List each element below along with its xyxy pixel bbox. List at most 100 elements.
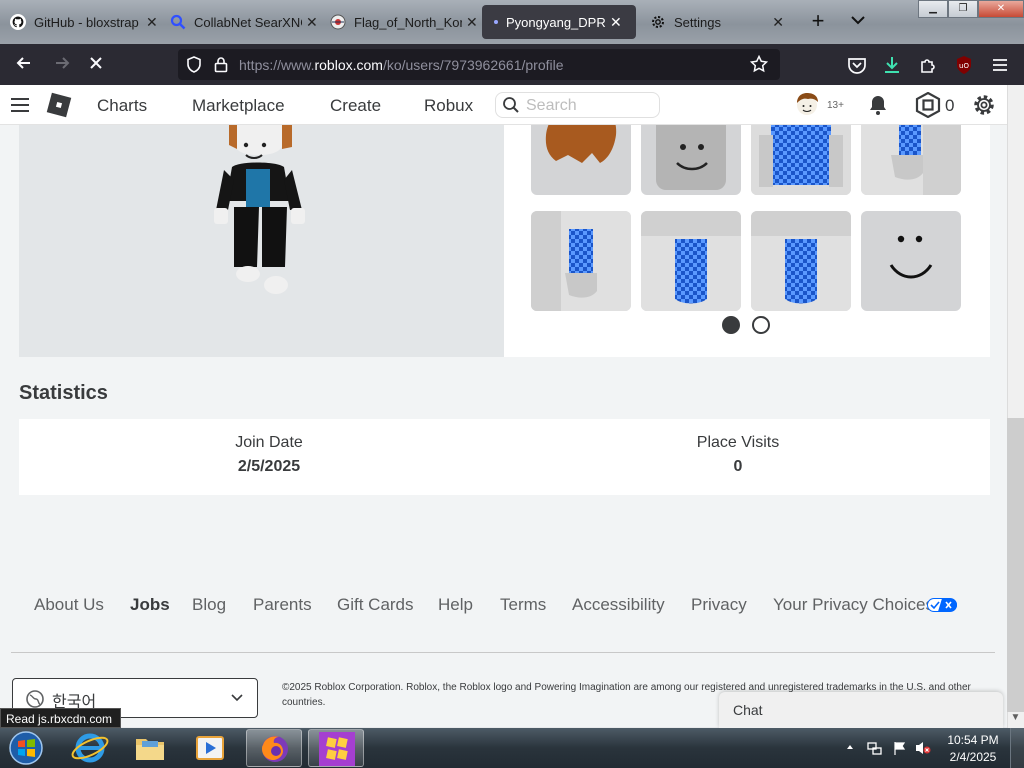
shield-icon[interactable]: [186, 56, 202, 73]
settings-gear-icon[interactable]: [971, 92, 997, 118]
arrow-left-icon: [16, 57, 30, 69]
menu-icon[interactable]: [989, 54, 1011, 76]
item-right-arm[interactable]: [861, 125, 961, 195]
page-scrollbar-thumb[interactable]: [1007, 418, 1024, 712]
clock-time[interactable]: 10:54 PM: [944, 733, 1002, 747]
window-controls: ▁ ❐ ✕: [918, 0, 1024, 19]
avatar[interactable]: [794, 91, 820, 119]
url-text[interactable]: https://www.roblox.com/ko/users/79739626…: [239, 57, 564, 73]
tab-searxng[interactable]: CollabNet SearXNG ✕: [162, 5, 326, 39]
minimize-button[interactable]: ▁: [918, 0, 948, 18]
stop-loading-button[interactable]: [84, 53, 108, 77]
chat-widget[interactable]: Chat: [719, 692, 1003, 728]
taskbar-file-explorer[interactable]: [122, 729, 178, 767]
new-tab-button[interactable]: +: [804, 8, 832, 36]
tab-title: Flag_of_North_Kor: [354, 14, 462, 30]
tray-expand-icon[interactable]: [846, 743, 854, 751]
footer-link-gift-cards[interactable]: Gift Cards: [337, 595, 414, 615]
close-window-button[interactable]: ✕: [978, 0, 1024, 18]
item-left-arm[interactable]: [531, 211, 631, 311]
volume-muted-icon[interactable]: [914, 740, 932, 756]
footer-link-parents[interactable]: Parents: [253, 595, 312, 615]
wikipedia-icon: [330, 14, 346, 30]
globe-icon: [26, 690, 44, 708]
forward-button[interactable]: [50, 53, 74, 77]
item-right-leg[interactable]: [751, 211, 851, 311]
close-icon: [90, 57, 102, 69]
url-bar[interactable]: https://www.roblox.com/ko/users/79739626…: [178, 49, 780, 80]
privacy-choices-toggle-icon[interactable]: [927, 598, 957, 612]
tab-wikipedia[interactable]: Flag_of_North_Kor ✕: [322, 5, 486, 39]
tab-github[interactable]: GitHub - bloxstrap ✕: [2, 5, 166, 39]
taskbar-firefox[interactable]: [246, 729, 302, 767]
roblox-logo-icon[interactable]: [44, 90, 74, 120]
carousel-dot[interactable]: [752, 316, 770, 334]
item-face[interactable]: [861, 211, 961, 311]
lock-icon[interactable]: [214, 56, 228, 73]
avatar-3d-render: [214, 125, 305, 294]
back-button[interactable]: [12, 53, 36, 77]
windows-taskbar: 10:54 PM 2/4/2025: [0, 728, 1024, 768]
search-icon: [170, 14, 186, 30]
nav-marketplace[interactable]: Marketplace: [192, 96, 285, 116]
taskbar-bloxstrap[interactable]: [308, 729, 364, 767]
firefox-icon: [262, 736, 288, 762]
extensions-icon[interactable]: [917, 54, 939, 76]
chevron-down-icon: [231, 694, 243, 702]
search-icon: [503, 97, 519, 113]
tab-close-icon[interactable]: ✕: [610, 14, 622, 31]
nav-charts[interactable]: Charts: [97, 96, 147, 116]
tab-pyongyang[interactable]: Pyongyang_DPRK0 ✕: [482, 5, 636, 39]
footer-link-jobs[interactable]: Jobs: [130, 595, 170, 615]
footer-link-privacy-choices[interactable]: Your Privacy Choices: [773, 595, 934, 615]
show-desktop-button[interactable]: [1010, 728, 1024, 768]
footer-link-help[interactable]: Help: [438, 595, 473, 615]
github-icon: [10, 14, 26, 30]
item-left-leg[interactable]: [641, 211, 741, 311]
avatar-panel: [19, 125, 504, 357]
nav-robux[interactable]: Robux: [424, 96, 473, 116]
tab-close-icon[interactable]: ✕: [306, 14, 318, 31]
head-item-image: [656, 125, 726, 190]
status-tooltip: Read js.rbxcdn.com: [0, 708, 122, 728]
footer-link-blog[interactable]: Blog: [192, 595, 226, 615]
scroll-down-arrow-icon[interactable]: ▼: [1007, 712, 1024, 728]
taskbar-internet-explorer[interactable]: [62, 729, 118, 767]
bookmark-star-icon[interactable]: [750, 55, 768, 73]
chevron-down-icon[interactable]: [848, 10, 868, 30]
windows-start-orb-icon: [9, 731, 43, 765]
carousel-dot-active[interactable]: [722, 316, 740, 334]
folder-icon: [136, 739, 164, 760]
download-icon[interactable]: [881, 54, 903, 76]
footer-divider: [11, 652, 995, 653]
search-box: [495, 92, 660, 118]
item-hair[interactable]: [531, 125, 631, 195]
item-shirt[interactable]: [751, 125, 851, 195]
start-button[interactable]: [6, 730, 46, 766]
footer-link-about[interactable]: About Us: [34, 595, 104, 615]
action-center-flag-icon[interactable]: [892, 740, 908, 756]
stat-label: Place Visits: [696, 434, 780, 451]
ublock-icon[interactable]: uO: [953, 54, 975, 76]
network-icon[interactable]: [866, 740, 882, 756]
tab-close-icon[interactable]: ✕: [146, 14, 158, 31]
clock-date[interactable]: 2/4/2025: [944, 750, 1002, 764]
footer-link-privacy[interactable]: Privacy: [691, 595, 747, 615]
tab-settings[interactable]: Settings ✕: [642, 5, 792, 39]
nav-create[interactable]: Create: [330, 96, 381, 116]
search-input[interactable]: [526, 96, 651, 116]
maximize-button[interactable]: ❐: [948, 0, 978, 18]
footer-link-accessibility[interactable]: Accessibility: [572, 595, 665, 615]
hamburger-menu-icon[interactable]: [10, 97, 30, 113]
stat-join-date: Join Date 2/5/2025: [169, 434, 369, 476]
tab-close-icon[interactable]: ✕: [772, 14, 784, 31]
browser-tab-strip: GitHub - bloxstrap ✕ CollabNet SearXNG ✕…: [0, 0, 1024, 44]
pocket-icon[interactable]: [846, 54, 868, 76]
tab-close-icon[interactable]: ✕: [466, 14, 478, 31]
item-head[interactable]: [641, 125, 741, 195]
notification-bell-icon[interactable]: [867, 94, 889, 116]
arrow-right-icon: [56, 57, 70, 69]
robux-icon[interactable]: [915, 92, 941, 118]
footer-link-terms[interactable]: Terms: [500, 595, 546, 615]
taskbar-media-player[interactable]: [182, 729, 238, 767]
